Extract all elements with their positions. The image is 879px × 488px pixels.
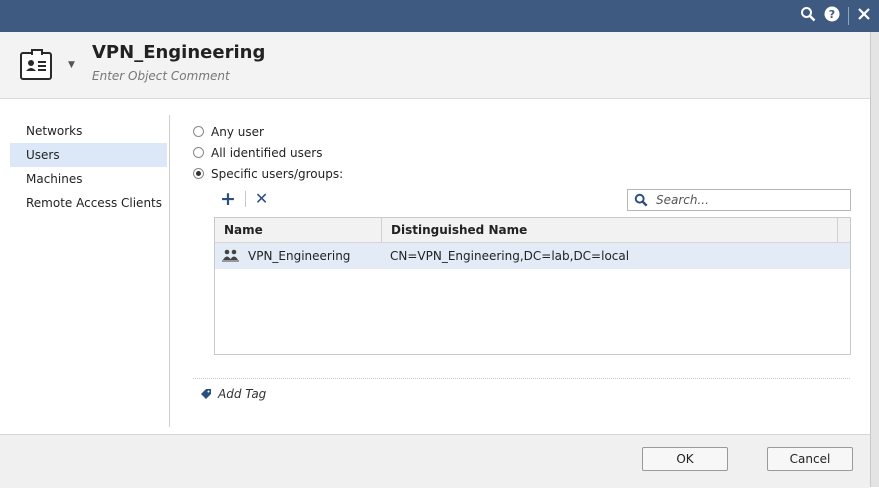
sidebar-item-machines[interactable]: Machines (10, 167, 167, 191)
close-icon[interactable] (857, 7, 871, 24)
radio-label: All identified users (211, 145, 323, 160)
cancel-button[interactable]: Cancel (767, 447, 853, 471)
id-card-icon[interactable] (20, 49, 52, 80)
row-distinguished-name: CN=VPN_Engineering,DC=lab,DC=local (390, 249, 630, 263)
sidebar-item-networks[interactable]: Networks (10, 119, 167, 143)
user-group-icon (222, 249, 240, 265)
table-row[interactable]: VPN_Engineering CN=VPN_Engineering,DC=la… (215, 243, 850, 269)
radio-button[interactable] (193, 147, 204, 158)
column-separator (381, 218, 382, 242)
divider (193, 378, 850, 379)
radio-label: Specific users/groups: (211, 166, 344, 181)
titlebar-separator (848, 6, 849, 25)
radio-all-identified-users[interactable]: All identified users (193, 142, 343, 163)
dialog-body: Networks Users Machines Remote Access Cl… (0, 99, 870, 434)
ok-button[interactable]: OK (642, 447, 728, 471)
members-table: Name Distinguished Name VPN_Engineering … (214, 217, 851, 355)
chevron-down-icon[interactable]: ▼ (68, 60, 75, 70)
search-icon[interactable] (800, 6, 816, 25)
object-comment-field[interactable]: Enter Object Comment (92, 69, 230, 83)
window-titlebar: ? (0, 0, 879, 32)
user-scope-options: Any user All identified users Specific u… (193, 121, 343, 184)
add-tag-label: Add Tag (218, 387, 267, 401)
add-icon[interactable]: + (220, 190, 236, 209)
search-input[interactable]: Search... (627, 189, 851, 211)
search-icon (634, 193, 648, 207)
dialog-footer: OK Cancel (0, 434, 870, 488)
sidebar-item-remote-access-clients[interactable]: Remote Access Clients (10, 191, 167, 215)
sidebar-divider (169, 115, 170, 427)
help-icon[interactable]: ? (824, 6, 840, 25)
tag-icon (200, 388, 212, 400)
row-name: VPN_Engineering (248, 249, 351, 263)
object-name[interactable]: VPN_Engineering (92, 42, 265, 63)
add-tag-link[interactable]: Add Tag (200, 387, 266, 401)
radio-any-user[interactable]: Any user (193, 121, 343, 142)
members-toolbar: + ✕ (220, 190, 268, 209)
radio-label: Any user (211, 124, 264, 139)
radio-button[interactable] (193, 126, 204, 137)
remove-icon[interactable]: ✕ (255, 190, 268, 208)
titlebar-actions: ? (800, 6, 871, 25)
column-separator (837, 218, 838, 242)
toolbar-separator (244, 191, 246, 207)
sidebar-nav: Networks Users Machines Remote Access Cl… (10, 119, 167, 215)
object-header: ▼ VPN_Engineering Enter Object Comment (0, 32, 870, 99)
search-placeholder: Search... (656, 193, 709, 207)
column-header-name[interactable]: Name (224, 218, 263, 242)
radio-button[interactable] (193, 168, 204, 179)
radio-specific-users-groups[interactable]: Specific users/groups: (193, 163, 343, 184)
column-header-distinguished-name[interactable]: Distinguished Name (391, 218, 527, 242)
table-header: Name Distinguished Name (215, 218, 850, 243)
window-edge (870, 32, 879, 487)
sidebar-item-users[interactable]: Users (10, 143, 167, 167)
svg-text:?: ? (829, 8, 835, 21)
